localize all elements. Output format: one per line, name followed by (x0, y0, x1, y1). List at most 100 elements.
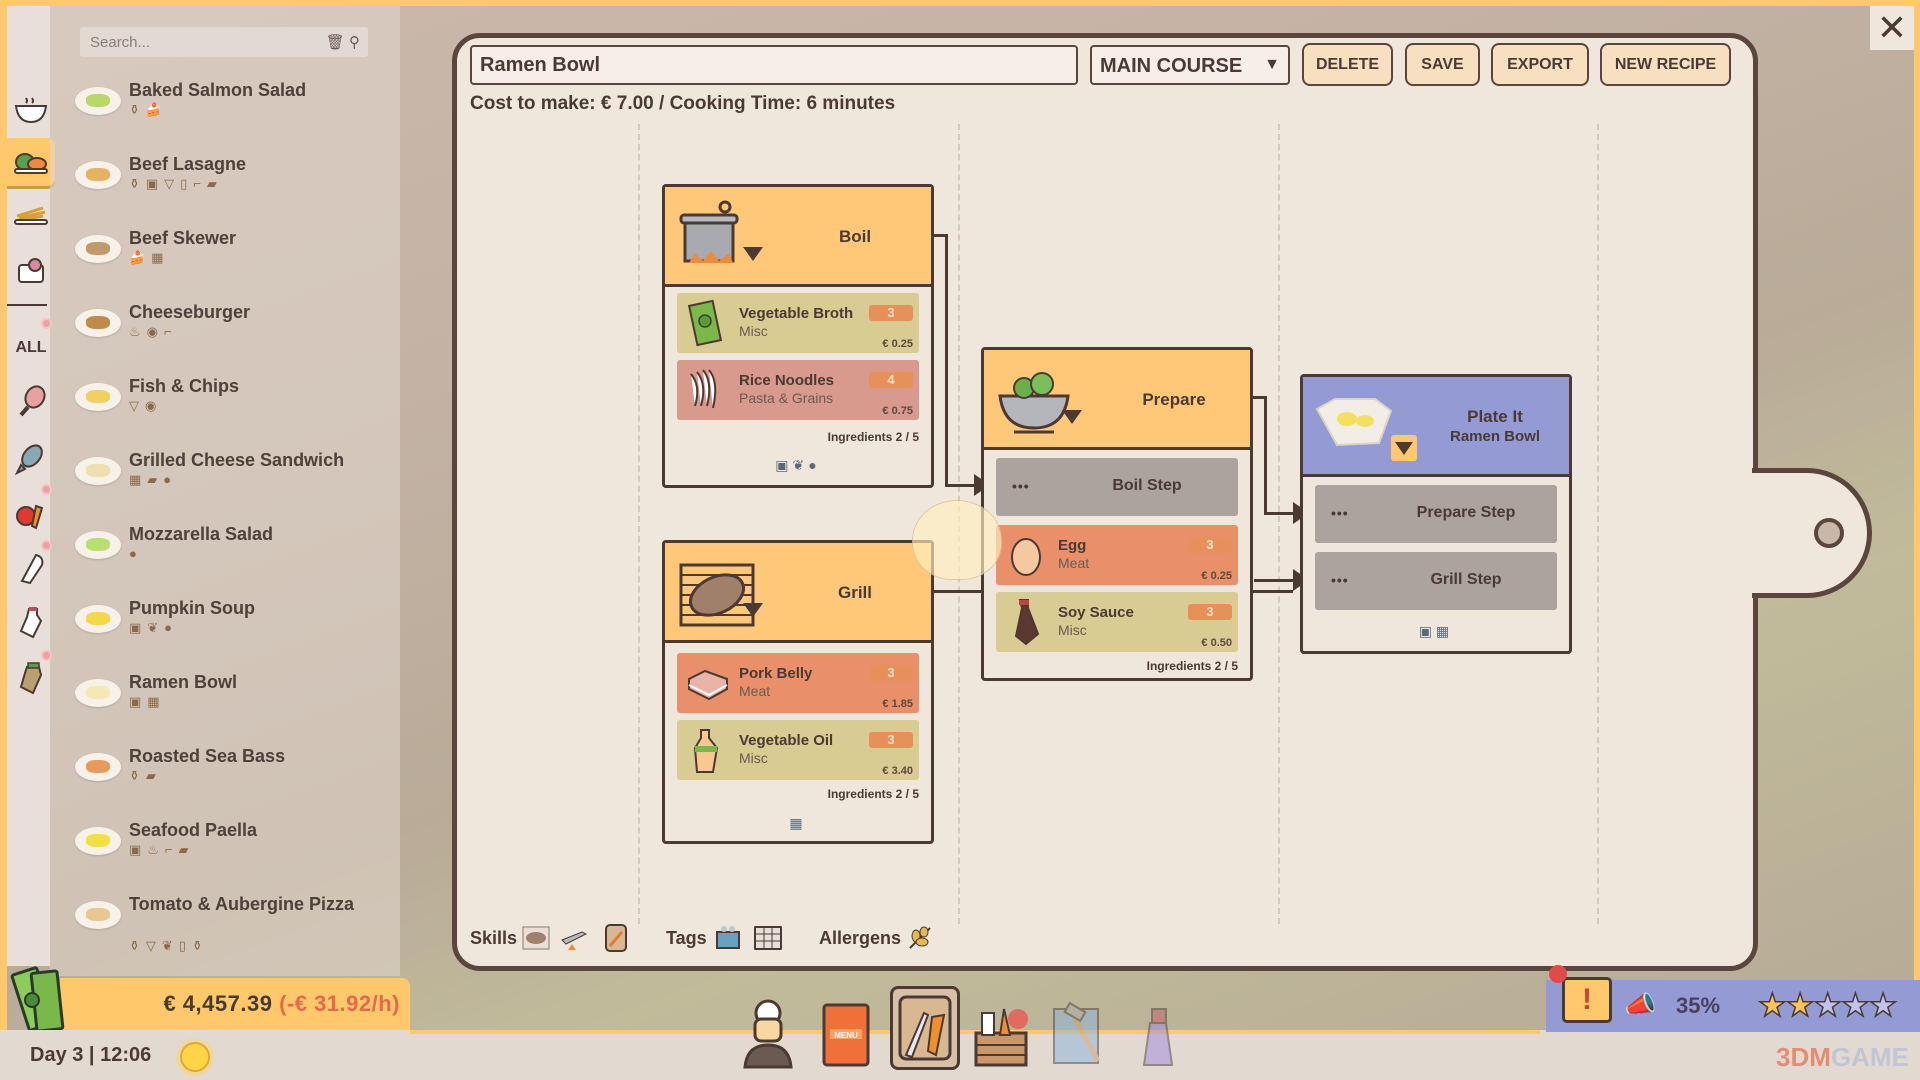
substep-boil[interactable]: ••• Boil Step (996, 458, 1238, 516)
export-button[interactable]: EXPORT (1491, 43, 1589, 86)
new-recipe-button[interactable]: NEW RECIPE (1600, 43, 1731, 86)
toolbar-ingredients[interactable] (966, 992, 1036, 1076)
dish-thumbnail (75, 87, 121, 115)
filter-vegetables[interactable] (7, 489, 55, 537)
step-dropdown-caret[interactable] (1391, 435, 1417, 461)
recipe-list-item[interactable]: Baked Salmon Salad ⚱🍰 (75, 79, 375, 139)
ingredient-quantity[interactable]: 4 (869, 372, 913, 388)
substep-name: Boil Step (1112, 477, 1182, 494)
category-soups[interactable] (7, 86, 55, 134)
step-card-prepare[interactable]: Prepare ••• Boil Step Egg Meat 3 € 0.25 … (981, 347, 1253, 681)
ramen-bowl-icon (1315, 398, 1393, 447)
ingredient-row[interactable]: Vegetable Oil Misc 3 € 3.40 (677, 720, 919, 780)
category-main-courses[interactable] (7, 138, 55, 186)
dish-thumbnail (75, 457, 121, 485)
delete-button[interactable]: DELETE (1302, 43, 1393, 86)
recipe-list-item[interactable]: Beef Skewer 🍰▦ (75, 227, 375, 287)
recipe-tag-icons: ▣♨⌐▰ (129, 842, 195, 857)
connector (945, 484, 975, 487)
pork-belly-icon (688, 669, 728, 701)
close-button[interactable]: ✕ (1870, 6, 1914, 50)
recipe-list-item[interactable]: Tomato & Aubergine Pizza ⚱▽❦▯⚱ (75, 893, 375, 953)
knife-fire-skill-icon (561, 931, 588, 950)
recipe-tag-icons: ● (129, 546, 143, 561)
substep-grill[interactable]: ••• Grill Step (1315, 552, 1557, 610)
category-rail: ALL (7, 6, 55, 966)
fries-plate-icon (14, 206, 48, 225)
star-empty-icon: ★ (1813, 986, 1843, 1024)
recipe-list-item[interactable]: Roasted Sea Bass ⚱▰ (75, 745, 375, 805)
ingredient-quantity[interactable]: 3 (869, 665, 913, 681)
recipe-name: Fish & Chips (129, 376, 240, 396)
step-card-plate[interactable]: Plate It Ramen Bowl ••• Prepare Step ••• … (1300, 374, 1572, 654)
recipe-list-item[interactable]: Grilled Cheese Sandwich ▦▰● (75, 449, 375, 509)
save-button[interactable]: SAVE (1405, 43, 1480, 86)
ingredient-row[interactable]: Vegetable Broth Misc 3 € 0.25 (677, 293, 919, 353)
ingredient-count: Ingredients 2 / 5 (827, 430, 919, 444)
filter-bread[interactable] (7, 544, 55, 592)
marketing-percent: 35% (1676, 993, 1721, 1018)
substep-prepare[interactable]: ••• Prepare Step (1315, 485, 1557, 543)
category-all[interactable]: ALL (7, 324, 55, 372)
ingredient-name: Vegetable Oil (739, 732, 834, 749)
watermark-a: 3DM (1776, 1042, 1831, 1072)
recipe-list-item[interactable]: Fish & Chips ▽◉ (75, 375, 375, 435)
step-dropdown-caret[interactable] (1062, 410, 1082, 424)
step-title: Boil (838, 227, 872, 246)
course-dropdown[interactable]: MAIN COURSE ▼ (1090, 45, 1290, 85)
recipe-tag-icons: ▣❦● (129, 620, 179, 635)
recipe-name: Grilled Cheese Sandwich (129, 450, 345, 470)
star-empty-icon: ★ (1840, 986, 1870, 1024)
oil-bottle-icon (693, 729, 719, 773)
ingredient-quantity[interactable]: 3 (869, 305, 913, 321)
toolbar-build[interactable] (1044, 992, 1114, 1076)
ingredient-quantity[interactable]: 3 (1188, 537, 1232, 553)
ingredient-price: € 0.25 (882, 338, 913, 350)
vegetables-icon (16, 504, 44, 530)
step-dropdown-caret[interactable] (743, 247, 763, 261)
category-sides[interactable] (7, 191, 55, 239)
ingredient-name: Pork Belly (739, 665, 813, 682)
recipe-list-item[interactable]: Seafood Paella ▣♨⌐▰ (75, 819, 375, 879)
search-icon[interactable]: ⚲ (349, 34, 360, 51)
recipe-list-item[interactable]: Mozzarella Salad ● (75, 523, 375, 583)
filter-milk[interactable] (7, 598, 55, 646)
recipe-list-item[interactable]: Cheeseburger ♨◉⌐ (75, 301, 375, 361)
step-card-grill[interactable]: Grill Pork Belly Meat 3 € 1.85 Vegetable… (662, 540, 934, 844)
category-desserts[interactable] (7, 246, 55, 294)
ingredient-row[interactable]: Egg Meat 3 € 0.25 (996, 525, 1238, 585)
recipe-tag-icons: ♨◉⌐ (129, 324, 178, 339)
toolbar-cleaning[interactable] (1122, 992, 1192, 1076)
ingredient-row[interactable]: Rice Noodles Pasta & Grains 4 € 0.75 (677, 360, 919, 420)
recipe-list-item[interactable]: Pumpkin Soup ▣❦● (75, 597, 375, 657)
recipe-name: Tomato & Aubergine Pizza (129, 894, 355, 914)
wheat-allergen-icon (909, 926, 931, 949)
drag-handle-icon[interactable]: ••• (1331, 572, 1349, 588)
step-card-boil[interactable]: Boil Vegetable Broth Misc 3 € 0.25 Rice … (662, 184, 934, 488)
toolbar-staff[interactable] (733, 992, 803, 1076)
dish-thumbnail (75, 531, 121, 559)
toolbar-menu[interactable]: MENU (810, 992, 880, 1076)
search-input[interactable]: Search... 🗑 ⚲ (80, 27, 368, 57)
column-guide (1597, 124, 1599, 924)
recipe-name-input[interactable] (470, 45, 1078, 85)
ingredient-row[interactable]: Pork Belly Meat 3 € 1.85 (677, 653, 919, 713)
alert-icon[interactable]: ! (1562, 977, 1612, 1023)
drag-handle-icon[interactable]: ••• (1012, 478, 1030, 494)
trash-icon[interactable]: 🗑 (326, 34, 345, 51)
drag-handle-icon[interactable]: ••• (1331, 505, 1349, 521)
ingredient-quantity[interactable]: 3 (869, 732, 913, 748)
recipe-list-item[interactable]: Ramen Bowl ▣▦ (75, 671, 375, 731)
filter-jar[interactable] (7, 654, 55, 702)
filter-meat[interactable] (7, 378, 55, 426)
ingredient-quantity[interactable]: 3 (1188, 604, 1232, 620)
filter-fish[interactable] (7, 434, 55, 482)
ingredient-row[interactable]: Soy Sauce Misc 3 € 0.50 (996, 592, 1238, 652)
watermark-b: GAME (1830, 1042, 1909, 1072)
toolbar-recipes[interactable] (890, 986, 960, 1070)
recipe-list-item[interactable]: Beef Lasagne ⚱▣▽▯⌐▰ (75, 153, 375, 213)
ingredient-price: € 3.40 (882, 765, 913, 777)
tags-label: Tags (666, 928, 707, 948)
dish-thumbnail (75, 235, 121, 263)
step-dropdown-caret[interactable] (743, 603, 763, 617)
